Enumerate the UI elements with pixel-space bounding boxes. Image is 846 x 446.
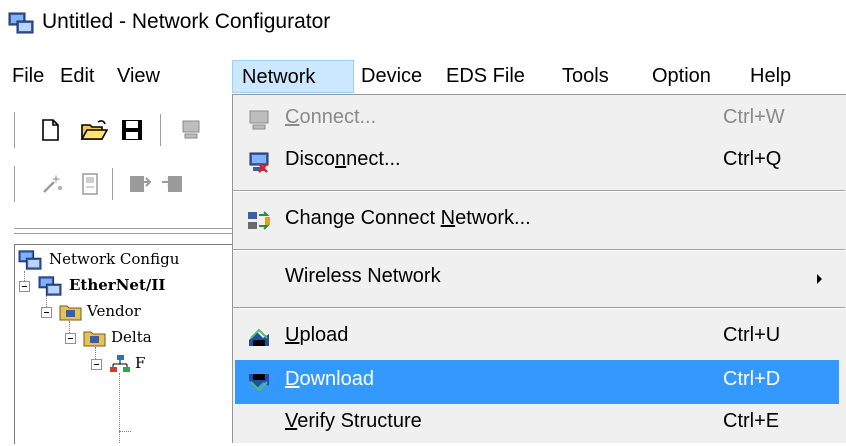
upload-icon[interactable] xyxy=(128,172,152,196)
download-icon[interactable] xyxy=(160,172,184,196)
toolbar-secondary xyxy=(0,160,240,206)
menu-item-upload[interactable]: Upload Ctrl+U xyxy=(235,316,839,360)
wizard-icon[interactable] xyxy=(40,172,64,196)
tree-item-label: Delta xyxy=(111,328,152,346)
network-icon xyxy=(38,276,62,296)
shortcut-label: Ctrl+Q xyxy=(723,148,782,170)
toolbar-grip[interactable] xyxy=(14,166,18,202)
tree-item-label: Network Configu xyxy=(49,250,180,268)
title-bar: Untitled - Network Configurator xyxy=(0,0,846,48)
menu-item-label: Verify Structure xyxy=(285,410,422,432)
open-folder-icon[interactable] xyxy=(80,118,108,142)
menu-separator xyxy=(233,249,845,251)
menu-item-label: Wireless Network xyxy=(285,265,441,287)
menu-item-disconnect[interactable]: Disconnect... Ctrl+Q xyxy=(235,140,839,184)
menu-separator xyxy=(233,307,845,309)
shortcut-label: Ctrl+U xyxy=(723,324,781,346)
collapse-icon[interactable] xyxy=(91,359,102,370)
menu-file[interactable]: File xyxy=(12,60,44,93)
menu-item-verify-structure[interactable]: Verify Structure Ctrl+E xyxy=(235,402,839,446)
toolbar-separator xyxy=(112,168,113,200)
menu-network[interactable]: Network xyxy=(232,60,354,93)
menu-item-change-connect-network[interactable]: Change Connect Network... xyxy=(235,199,839,243)
tree-item-label: EtherNet/II xyxy=(69,276,166,294)
network-topology-icon xyxy=(110,355,130,372)
menu-item-label: Upload xyxy=(285,324,349,346)
menu-view[interactable]: View xyxy=(117,60,160,93)
network-configurator-icon xyxy=(8,12,34,34)
tree-item-label: Vendor xyxy=(87,302,141,320)
shortcut-label: Ctrl+E xyxy=(723,410,780,432)
menu-eds-file[interactable]: EDS File xyxy=(446,60,525,93)
menu-separator xyxy=(233,190,845,192)
toolbar-main xyxy=(0,106,240,152)
menu-item-download[interactable]: Download Ctrl+D xyxy=(235,360,839,404)
tree-item-label: F xyxy=(135,354,146,372)
connect-icon[interactable] xyxy=(180,118,202,142)
network-menu-dropdown: Connect... Ctrl+W Disconnect... Ctrl+Q C… xyxy=(232,94,846,443)
upload-icon xyxy=(249,328,269,346)
download-icon xyxy=(249,374,269,392)
network-tree-panel: Network Configu EtherNet/II Vendor Delta xyxy=(14,244,241,444)
menu-item-wireless-network[interactable]: Wireless Network xyxy=(235,257,839,301)
collapse-icon[interactable] xyxy=(41,307,52,318)
toolbar-separator xyxy=(160,114,161,146)
new-file-icon[interactable] xyxy=(40,118,60,142)
menu-bar: File Edit View Network Device EDS File T… xyxy=(0,60,846,94)
collapse-icon[interactable] xyxy=(65,333,76,344)
disconnect-icon xyxy=(249,152,269,173)
document-icon[interactable] xyxy=(80,172,100,196)
menu-item-label: Connect... xyxy=(285,106,377,128)
shortcut-label: Ctrl+D xyxy=(723,368,781,390)
change-network-icon xyxy=(248,211,270,230)
toolbar-grip[interactable] xyxy=(14,112,18,148)
menu-item-label: Disconnect... xyxy=(285,148,401,170)
menu-option[interactable]: Option xyxy=(652,60,711,93)
submenu-arrow-icon xyxy=(817,274,822,284)
window-title: Untitled - Network Configurator xyxy=(42,10,331,33)
folder-icon xyxy=(83,331,106,347)
network-configurator-icon xyxy=(18,250,42,270)
pane-splitter[interactable] xyxy=(14,228,240,234)
menu-item-label: Change Connect Network... xyxy=(285,207,531,229)
save-icon[interactable] xyxy=(120,118,144,142)
menu-edit[interactable]: Edit xyxy=(60,60,94,93)
shortcut-label: Ctrl+W xyxy=(723,106,785,128)
menu-tools[interactable]: Tools xyxy=(562,60,609,93)
menu-device[interactable]: Device xyxy=(361,60,422,93)
menu-item-connect[interactable]: Connect... Ctrl+W xyxy=(235,98,839,142)
collapse-icon[interactable] xyxy=(19,281,30,292)
menu-help[interactable]: Help xyxy=(750,60,791,93)
connect-icon xyxy=(249,110,269,130)
folder-icon xyxy=(59,305,82,321)
menu-item-label: Download xyxy=(285,368,374,390)
